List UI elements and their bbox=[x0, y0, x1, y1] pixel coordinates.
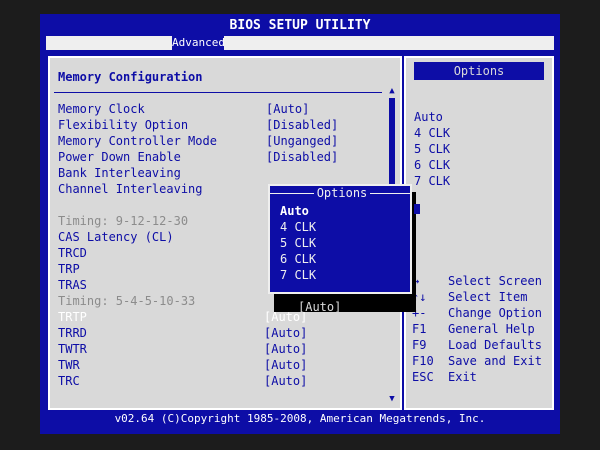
right-option-6clk: 6 CLK bbox=[414, 158, 451, 172]
bank-interleaving-label[interactable]: Bank Interleaving bbox=[58, 166, 181, 180]
select-item-desc: Select Item bbox=[448, 290, 528, 304]
bios-screen: BIOS SETUP UTILITY Advanced Memory Confi… bbox=[40, 14, 560, 434]
scroll-thumb[interactable] bbox=[389, 98, 395, 198]
trc-value[interactable]: [Auto] bbox=[264, 374, 307, 388]
trc-label[interactable]: TRC bbox=[58, 374, 80, 388]
tab-advanced[interactable]: Advanced bbox=[172, 36, 225, 50]
exit-key: ESC bbox=[412, 370, 434, 384]
change-option-desc: Change Option bbox=[448, 306, 542, 320]
right-option-5clk: 5 CLK bbox=[414, 142, 451, 156]
copyright-footer: v02.64 (C)Copyright 1985-2008, American … bbox=[114, 412, 486, 425]
help-panel: Options Auto 4 CLK 5 CLK 6 CLK 7 CLK ↔ S… bbox=[404, 56, 554, 410]
twtr-value[interactable]: [Auto] bbox=[264, 342, 307, 356]
popup-title: Options bbox=[314, 186, 370, 200]
popup-option-6clk[interactable]: 6 CLK bbox=[280, 252, 316, 266]
memory-clock-value[interactable]: [Auto] bbox=[266, 102, 309, 116]
scroll-up-arrow-icon[interactable]: ▲ bbox=[388, 86, 396, 96]
channel-interleaving-label[interactable]: Channel Interleaving bbox=[58, 182, 203, 196]
general-help-key: F1 bbox=[412, 322, 427, 336]
bios-title: BIOS SETUP UTILITY bbox=[229, 18, 371, 33]
flexibility-option-value[interactable]: [Disabled] bbox=[266, 118, 338, 132]
save-exit-key: F10 bbox=[412, 354, 434, 368]
options-header: Options bbox=[414, 62, 544, 80]
options-popup[interactable]: Options Auto 4 CLK 5 CLK 6 CLK 7 CLK bbox=[268, 184, 412, 294]
timing-group-1: Timing: 9-12-12-30 bbox=[58, 214, 189, 228]
twtr-label[interactable]: TWTR bbox=[58, 342, 87, 356]
cas-latency-label[interactable]: CAS Latency (CL) bbox=[58, 230, 174, 244]
memory-clock-label[interactable]: Memory Clock bbox=[58, 102, 145, 116]
power-down-enable-value[interactable]: [Disabled] bbox=[266, 150, 338, 164]
scroll-down-arrow-icon[interactable]: ▼ bbox=[388, 394, 396, 404]
trcd-label[interactable]: TRCD bbox=[58, 246, 87, 260]
trtp-label[interactable]: TRTP bbox=[58, 310, 87, 324]
flexibility-option-label[interactable]: Flexibility Option bbox=[58, 118, 188, 132]
timing-group-2: Timing: 5-4-5-10-33 bbox=[58, 294, 196, 308]
popup-option-4clk[interactable]: 4 CLK bbox=[280, 220, 316, 234]
exit-desc: Exit bbox=[448, 370, 477, 384]
section-divider bbox=[54, 92, 382, 93]
save-exit-desc: Save and Exit bbox=[448, 354, 542, 368]
load-defaults-desc: Load Defaults bbox=[448, 338, 542, 352]
general-help-desc: General Help bbox=[448, 322, 535, 336]
trrd-value[interactable]: [Auto] bbox=[264, 326, 307, 340]
select-screen-desc: Select Screen bbox=[448, 274, 542, 288]
tab-bar: Advanced bbox=[46, 36, 554, 50]
popup-option-5clk[interactable]: 5 CLK bbox=[280, 236, 316, 250]
memory-controller-mode-value[interactable]: [Unganged] bbox=[266, 134, 338, 148]
power-down-enable-label[interactable]: Power Down Enable bbox=[58, 150, 181, 164]
load-defaults-key: F9 bbox=[412, 338, 427, 352]
twr-value[interactable]: [Auto] bbox=[264, 358, 307, 372]
right-option-7clk: 7 CLK bbox=[414, 174, 451, 188]
trrd-label[interactable]: TRRD bbox=[58, 326, 87, 340]
right-option-auto: Auto bbox=[414, 110, 443, 124]
tras-label[interactable]: TRAS bbox=[58, 278, 87, 292]
popup-edge-indicator bbox=[414, 204, 420, 214]
right-option-4clk: 4 CLK bbox=[414, 126, 451, 140]
hidden-setting-value: [Auto] bbox=[298, 300, 342, 314]
section-title: Memory Configuration bbox=[58, 70, 203, 84]
popup-option-7clk[interactable]: 7 CLK bbox=[280, 268, 316, 282]
trp-label[interactable]: TRP bbox=[58, 262, 80, 276]
popup-option-auto[interactable]: Auto bbox=[280, 204, 309, 218]
memory-controller-mode-label[interactable]: Memory Controller Mode bbox=[58, 134, 217, 148]
twr-label[interactable]: TWR bbox=[58, 358, 80, 372]
